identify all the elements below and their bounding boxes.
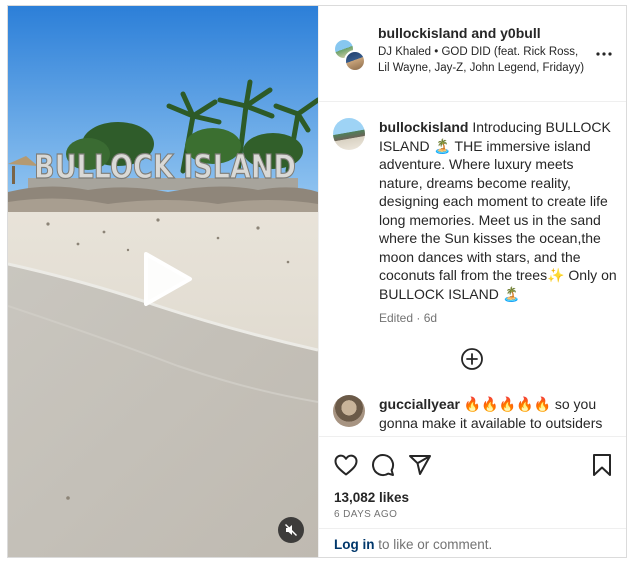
more-options-button[interactable] bbox=[589, 46, 619, 62]
header-owners: bullockisland and y0bull bbox=[378, 24, 588, 42]
avatar[interactable] bbox=[333, 395, 365, 427]
caption-text: bullockisland Introducing BULLOCK ISLAND… bbox=[379, 118, 619, 303]
like-count[interactable]: 13,082 likes bbox=[334, 490, 409, 505]
comments-section[interactable]: bullockisland Introducing BULLOCK ISLAND… bbox=[319, 103, 626, 436]
muted-speaker-icon bbox=[285, 524, 297, 536]
heart-icon bbox=[334, 454, 358, 476]
comment-bubble-icon bbox=[372, 454, 395, 477]
comment-username-link[interactable]: gucciallyear bbox=[379, 396, 460, 412]
login-row: Log in to like or comment. bbox=[334, 537, 492, 552]
post-sidebar: bullockisland and y0bull DJ Khaled • GOD… bbox=[318, 6, 626, 557]
audio-track-link[interactable]: DJ Khaled • GOD DID (feat. Rick Ross, Li… bbox=[378, 45, 588, 76]
post-container: BULLOCK ISLAND bullockisland and y0bull … bbox=[7, 5, 627, 558]
play-icon bbox=[144, 252, 192, 306]
owner-username-link[interactable]: bullockisland bbox=[378, 25, 467, 41]
play-button[interactable] bbox=[136, 250, 194, 308]
avatar-y0bull[interactable] bbox=[344, 50, 366, 72]
post-date[interactable]: 6 DAYS AGO bbox=[334, 509, 397, 520]
like-button[interactable] bbox=[332, 451, 360, 479]
post-video[interactable]: BULLOCK ISLAND bbox=[8, 6, 318, 557]
caption-meta: Edited · 6d bbox=[379, 311, 438, 325]
paper-plane-icon bbox=[409, 455, 431, 475]
comment-button[interactable] bbox=[369, 451, 397, 479]
login-prompt: Log in to like or comment. bbox=[319, 528, 626, 557]
bookmark-icon bbox=[593, 454, 611, 476]
load-more-comments-button[interactable] bbox=[459, 346, 485, 372]
and-separator: and bbox=[471, 25, 497, 41]
post-header: bullockisland and y0bull DJ Khaled • GOD… bbox=[319, 6, 626, 102]
action-bar: 13,082 likes 6 DAYS AGO bbox=[319, 436, 626, 528]
caption-username-link[interactable]: bullockisland bbox=[379, 119, 468, 135]
mute-toggle-button[interactable] bbox=[278, 517, 304, 543]
login-link[interactable]: Log in bbox=[334, 537, 375, 552]
caption-body: Introducing BULLOCK ISLAND 🏝️ THE immers… bbox=[379, 119, 617, 302]
save-button[interactable] bbox=[588, 451, 616, 479]
sign-text: BULLOCK ISLAND bbox=[34, 147, 296, 186]
add-circle-icon bbox=[461, 348, 483, 370]
avatar[interactable] bbox=[333, 118, 365, 150]
login-rest-text: to like or comment. bbox=[378, 537, 493, 552]
header-text: bullockisland and y0bull DJ Khaled • GOD… bbox=[378, 24, 588, 76]
collab-avatars[interactable] bbox=[333, 38, 367, 72]
comment-text: gucciallyear 🔥🔥🔥🔥🔥 so you gonna make it … bbox=[379, 395, 619, 436]
share-button[interactable] bbox=[406, 451, 434, 479]
more-horizontal-icon bbox=[596, 52, 612, 56]
collaborator-username-link[interactable]: y0bull bbox=[500, 25, 540, 41]
